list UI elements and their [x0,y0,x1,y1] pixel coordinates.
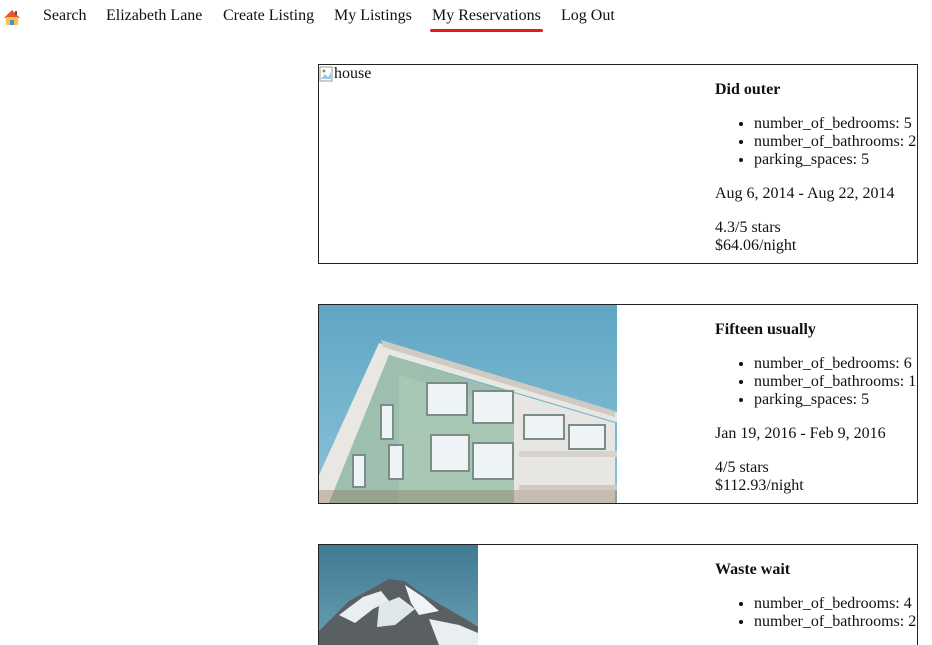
image-alt-text: house [334,65,372,82]
nav-my-reservations-link[interactable]: My Reservations [430,7,543,32]
detail-bathrooms: number_of_bathrooms: 2 [754,133,917,151]
listing-rating: 4.3/5 stars [715,219,781,236]
detail-parking: parking_spaces: 5 [754,151,917,169]
broken-image: house [319,65,371,83]
reservation-card[interactable]: Waste wait number_of_bedrooms: 4 number_… [318,544,918,645]
listing-info: Did outer number_of_bedrooms: 5 number_o… [715,81,917,255]
listing-rating: 4/5 stars [715,459,769,476]
broken-image-icon [319,66,333,82]
house-icon[interactable] [3,9,21,26]
reservation-dates: Aug 6, 2014 - Aug 22, 2014 [715,185,895,202]
listing-details: number_of_bedrooms: 4 number_of_bathroom… [715,595,917,631]
nav-log-out-link[interactable]: Log Out [561,7,615,25]
nav-my-listings-link[interactable]: My Listings [334,7,412,25]
listing-title: Fifteen usually [715,321,816,338]
detail-bedrooms: number_of_bedrooms: 5 [754,115,917,133]
detail-bedrooms: number_of_bedrooms: 6 [754,355,917,373]
listing-photo [319,545,478,645]
nav-user-name-link[interactable]: Elizabeth Lane [106,7,202,25]
detail-bedrooms: number_of_bedrooms: 4 [754,595,917,613]
listing-photo [319,305,619,503]
listing-price: $64.06/night [715,237,797,254]
reservation-card[interactable]: Fifteen usually number_of_bedrooms: 6 nu… [318,304,918,504]
listing-details: number_of_bedrooms: 5 number_of_bathroom… [715,115,917,169]
detail-bathrooms: number_of_bathrooms: 2 [754,613,917,631]
top-nav: Search Elizabeth Lane Create Listing My … [0,0,932,40]
detail-parking: parking_spaces: 5 [754,391,917,409]
nav-create-listing-link[interactable]: Create Listing [223,7,314,25]
listing-info: Waste wait number_of_bedrooms: 4 number_… [715,561,917,645]
nav-search-link[interactable]: Search [43,7,87,25]
listing-price: $112.93/night [715,477,804,494]
reservation-card[interactable]: house Did outer number_of_bedrooms: 5 nu… [318,64,918,264]
listing-details: number_of_bedrooms: 6 number_of_bathroom… [715,355,917,409]
listing-title: Waste wait [715,561,791,578]
listing-info: Fifteen usually number_of_bedrooms: 6 nu… [715,321,917,495]
listing-title: Did outer [715,81,781,98]
reservation-dates: Jan 19, 2016 - Feb 9, 2016 [715,425,886,442]
detail-bathrooms: number_of_bathrooms: 1 [754,373,917,391]
